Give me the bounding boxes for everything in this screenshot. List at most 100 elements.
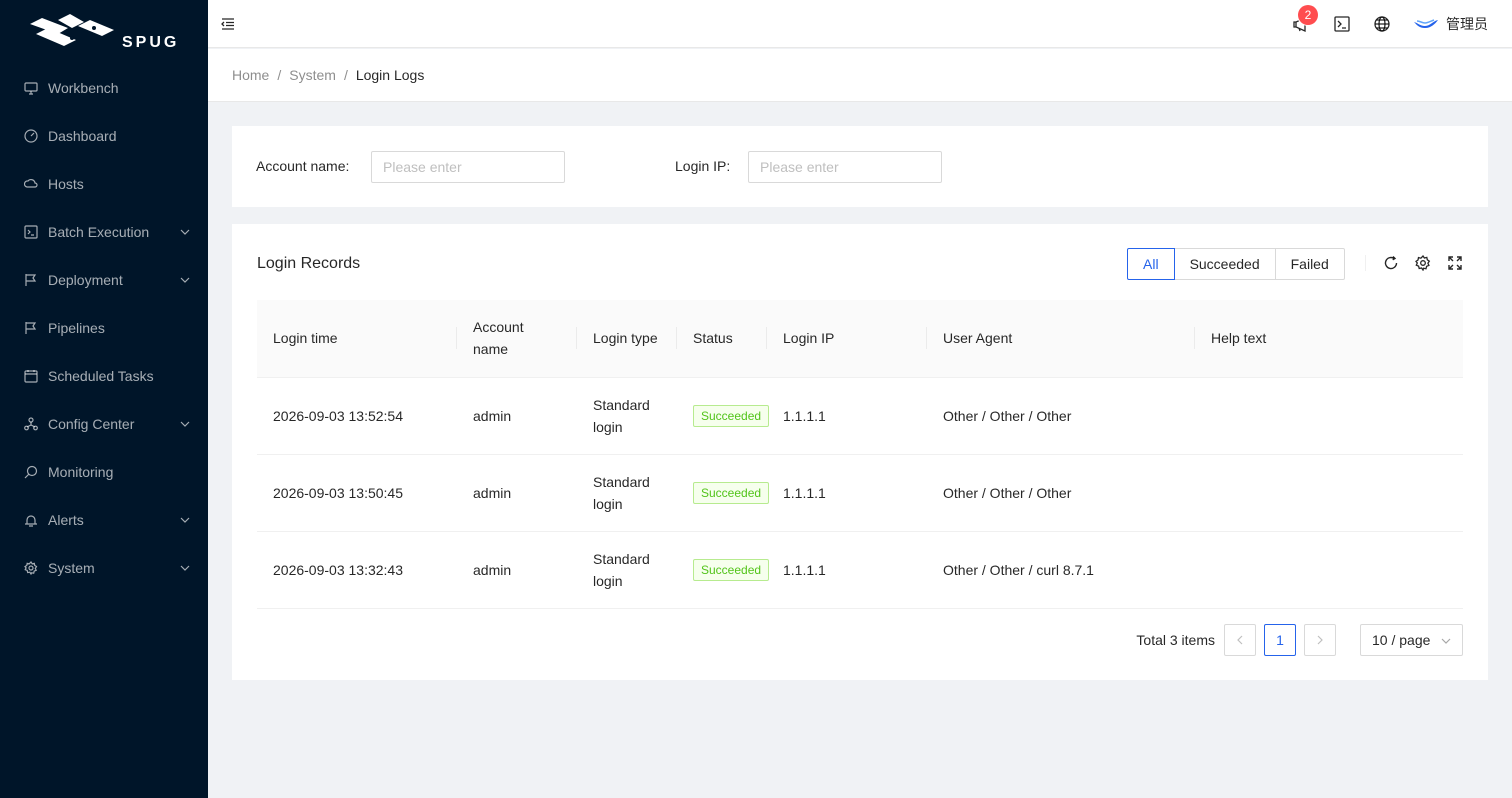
user-menu[interactable]: 管理员 [1413,14,1488,34]
alert-icon [24,513,38,527]
cell-login-ip: 1.1.1.1 [767,377,927,455]
chevron-down-icon [180,517,190,523]
login-ip-label: Login IP: [675,158,731,174]
schedule-icon [24,369,38,383]
filter-succeeded[interactable]: Succeeded [1173,248,1276,280]
notification-badge: 2 [1298,5,1318,25]
breadcrumb: Home / System / Login Logs [232,67,424,83]
chevron-left-icon [1237,635,1243,645]
column-header-status: Status [677,300,767,378]
page-number-button[interactable]: 1 [1264,624,1296,656]
cell-status: Succeeded [677,531,770,609]
sidebar-item-deployment[interactable]: Deployment [0,256,208,304]
column-header-user-agent: User Agent [927,300,1195,378]
breadcrumb-separator: / [277,67,282,83]
brand-name: SPUG [122,34,179,51]
account-name-input[interactable] [371,151,565,183]
globe-icon[interactable] [1373,15,1391,33]
setting-icon[interactable] [1415,255,1431,271]
sidebar-item-hosts[interactable]: Hosts [0,160,208,208]
next-page-button[interactable] [1304,624,1336,656]
table-row: 2026-09-03 13:50:45 admin Standard login… [257,454,1463,532]
cell-user-agent: Other / Other / Other [927,377,1195,455]
page-size-value: 10 / page [1372,632,1431,648]
menu-fold-icon[interactable] [220,16,236,32]
pagination: Total 3 items 1 10 / page [1136,624,1463,656]
chevron-down-icon [1441,638,1451,644]
filter-all[interactable]: All [1127,248,1175,280]
cell-login-ip: 1.1.1.1 [767,531,927,609]
breadcrumb-separator: / [343,67,348,83]
sidebar-item-dashboard[interactable]: Dashboard [0,112,208,160]
terminal-icon[interactable] [1333,15,1351,33]
spug-logo[interactable]: SPUG [28,14,188,54]
prev-page-button[interactable] [1224,624,1256,656]
desktop-icon [24,81,38,95]
top-header: 2 管理员 [208,0,1512,48]
column-header-login-time: Login time [257,300,457,378]
pipeline-icon [24,321,38,335]
chevron-down-icon [180,277,190,283]
sidebar-item-label: Workbench [48,80,119,96]
sidebar-item-workbench[interactable]: Workbench [0,64,208,112]
status-badge: Succeeded [693,559,770,581]
cell-user-agent: Other / Other / Other [927,454,1195,532]
cell-login-ip: 1.1.1.1 [767,454,927,532]
sidebar-item-label: Alerts [48,512,84,528]
sidebar-item-pipelines[interactable]: Pipelines [0,304,208,352]
status-badge: Succeeded [693,482,770,504]
monitor-icon [24,465,38,479]
sidebar-item-monitoring[interactable]: Monitoring [0,448,208,496]
sidebar-item-config-center[interactable]: Config Center [0,400,208,448]
cell-account-name: admin [457,454,577,532]
sidebar-item-label: Dashboard [48,128,117,144]
cell-status: Succeeded [677,377,770,455]
column-header-account-name: Account name [457,300,577,378]
account-name-label: Account name: [256,158,350,174]
page-size-select[interactable]: 10 / page [1360,624,1463,656]
sidebar-item-scheduled-tasks[interactable]: Scheduled Tasks [0,352,208,400]
sidebar-item-label: Scheduled Tasks [48,368,154,384]
sidebar-item-label: Pipelines [48,320,105,336]
cell-user-agent: Other / Other / curl 8.7.1 [927,531,1195,609]
reload-icon[interactable] [1383,255,1399,271]
breadcrumb-home[interactable]: Home [232,67,269,83]
cell-login-time: 2026-09-03 13:32:43 [257,531,457,609]
cell-login-time: 2026-09-03 13:52:54 [257,377,457,455]
cell-help-text [1195,531,1463,609]
dashboard-icon [24,129,38,143]
fullscreen-icon[interactable] [1447,255,1463,271]
sidebar-item-alerts[interactable]: Alerts [0,496,208,544]
cell-login-type: Standard login [577,531,677,609]
card-title: Login Records [257,255,361,272]
chevron-right-icon [1317,635,1323,645]
cell-login-type: Standard login [577,377,677,455]
cell-help-text [1195,454,1463,532]
table-row: 2026-09-03 13:52:54 admin Standard login… [257,377,1463,455]
code-icon [24,225,38,239]
status-badge: Succeeded [693,405,770,427]
cell-account-name: admin [457,377,577,455]
chevron-down-icon [180,565,190,571]
column-header-help-text: Help text [1195,300,1463,378]
pagination-total: Total 3 items [1136,632,1215,648]
login-records-table: Login time Account name Login type Statu… [257,300,1463,609]
chevron-down-icon [180,421,190,427]
breadcrumb-current: Login Logs [355,67,425,83]
sidebar-item-label: Batch Execution [48,224,150,240]
sidebar-item-label: Hosts [48,176,84,192]
breadcrumb-system[interactable]: System [289,67,336,83]
sidebar-item-label: Monitoring [48,464,114,480]
cell-account-name: admin [457,531,577,609]
sidebar-menu: Workbench Dashboard Hosts Batch Executio… [0,64,208,592]
user-name: 管理员 [1446,16,1488,32]
filter-failed[interactable]: Failed [1274,248,1345,280]
sidebar-item-system[interactable]: System [0,544,208,592]
cell-help-text [1195,377,1463,455]
cell-status: Succeeded [677,454,770,532]
search-form: Account name: Login IP: [232,126,1488,207]
sidebar-item-batch-execution[interactable]: Batch Execution [0,208,208,256]
status-filter: All Succeeded Failed [1127,248,1345,280]
column-header-login-type: Login type [577,300,677,378]
login-ip-input[interactable] [748,151,942,183]
